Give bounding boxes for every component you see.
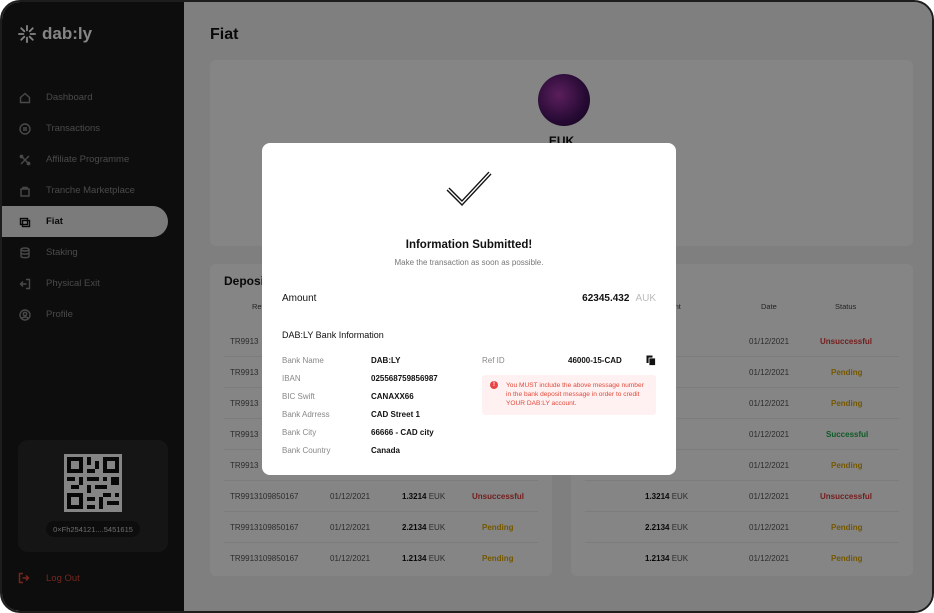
amount-currency: AUK — [635, 293, 656, 304]
ref-id-value: 46000-15-CAD — [568, 356, 622, 365]
modal-subtitle: Make the transaction as soon as possible… — [394, 258, 544, 267]
alert-icon: ! — [490, 381, 498, 389]
bank-info-title: DAB:LY Bank Information — [282, 330, 384, 340]
warning-text: You MUST include the above message numbe… — [506, 382, 644, 407]
warning-banner: ! You MUST include the above message num… — [482, 375, 656, 415]
ref-id-label: Ref ID — [482, 356, 505, 365]
amount-label: Amount — [282, 293, 317, 304]
copy-icon[interactable] — [646, 355, 656, 366]
amount-value: 62345.432 AUK — [582, 293, 656, 304]
app-window: dab:ly Dashboard Transactions Affiliate … — [0, 0, 934, 613]
checkmark-icon — [446, 171, 492, 207]
amount-row: Amount 62345.432 AUK — [282, 293, 656, 307]
info-submitted-modal: Information Submitted! Make the transact… — [262, 143, 676, 475]
modal-title: Information Submitted! — [405, 239, 533, 251]
